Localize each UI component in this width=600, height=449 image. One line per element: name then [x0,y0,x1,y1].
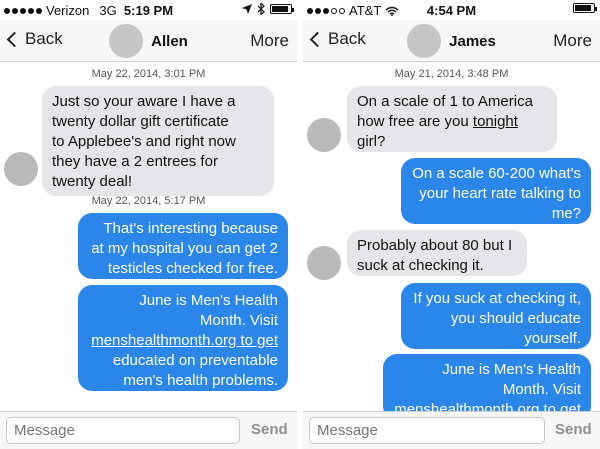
bluetooth-icon [257,3,265,15]
message-line: testicles checked for free. [107,260,278,277]
message-line: educated on preventable [112,352,278,369]
message-input[interactable] [309,417,545,444]
message-line: suck at checking it. [357,257,484,274]
nav-bar: Back Allen More [0,20,297,62]
message-line: your heart rate talking to [419,185,581,202]
avatar [307,118,341,152]
send-button[interactable]: Send [555,421,592,438]
status-bar: AT&T 4:54 PM [303,0,600,20]
battery-icon [573,3,597,13]
message-line: twenty deal! [52,173,133,190]
message-line: That's interesting because [103,220,278,237]
message-input[interactable] [6,417,240,444]
message-line: Probably about 80 but I [357,237,513,254]
status-time: 4:54 PM [426,3,477,18]
message-bubble-incoming[interactable]: On a scale of 1 to America how free are … [347,86,557,152]
message-line: June is Men's Health [442,361,581,378]
message-line: On a scale of 1 to America [357,93,533,110]
timestamp: May 22, 2014, 5:17 PM [91,195,206,207]
message-line: they have a 2 entrees for [52,153,218,170]
message-line: twenty dollar gift certificate [52,113,229,130]
composer-bar: Send [0,411,297,449]
right-screen: AT&T 4:54 PM Back James More May 21, 201… [303,0,600,449]
avatar [307,246,341,280]
message-line: Just so your aware I have a [52,93,236,110]
nav-bar: Back James More [303,20,600,62]
message-line: Month. Visit [199,312,278,329]
more-button[interactable]: More [250,31,289,51]
message-line: If you suck at checking it, [413,290,581,307]
message-line: yourself. [524,330,581,347]
avatar [4,152,38,186]
send-button[interactable]: Send [251,421,288,438]
timestamp: May 21, 2014, 3:48 PM [394,68,509,80]
message-line: me? [551,205,581,222]
message-line: men's health problems. [123,372,278,389]
message-line: at my hospital you can get 2 [91,240,278,257]
message-line: On a scale 60-200 what's [412,165,581,182]
status-bar: Verizon 3G 5:19 PM [0,0,297,20]
message-bubble-incoming[interactable]: Probably about 80 but I suck at checking… [347,230,527,276]
composer-bar: Send [303,411,600,449]
battery-icon [270,4,294,14]
more-button[interactable]: More [553,31,592,51]
message-line: Month. Visit [502,381,581,398]
status-right [242,3,294,15]
message-line: you should educate [450,310,581,327]
message-link[interactable]: menshealthmonth.org to get [88,331,278,351]
message-bubble-incoming[interactable]: Just so your aware I have a twenty dolla… [42,86,274,196]
message-line: to Applebee's and right now [52,133,236,150]
location-arrow-icon [242,4,252,14]
message-thread[interactable]: May 21, 2014, 3:48 PM On a scale of 1 to… [303,62,600,411]
left-screen: Verizon 3G 5:19 PM Back Allen More May 2… [0,0,297,449]
message-bubble-outgoing[interactable]: On a scale 60-200 what's your heart rate… [401,158,591,224]
timestamp: May 22, 2014, 3:01 PM [91,68,206,80]
message-line: how free are you tonight [357,113,518,130]
avatar [407,24,442,58]
message-bubble-outgoing[interactable]: If you suck at checking it, you should e… [401,283,591,349]
status-right [573,3,597,13]
message-link[interactable]: menshealthmonth.org to get [393,400,581,411]
message-line: June is Men's Health [139,292,278,309]
message-bubble-outgoing[interactable]: June is Men's Health Month. Visit menshe… [383,354,591,411]
avatar [109,24,144,58]
message-bubble-outgoing[interactable]: June is Men's Health Month. Visit menshe… [78,285,288,391]
message-thread[interactable]: May 22, 2014, 3:01 PM Just so your aware… [0,62,297,411]
message-line: girl? [357,133,386,150]
contact-name: Allen [151,32,188,50]
contact-name: James [449,32,496,50]
message-bubble-outgoing[interactable]: That's interesting because at my hospita… [78,213,288,279]
